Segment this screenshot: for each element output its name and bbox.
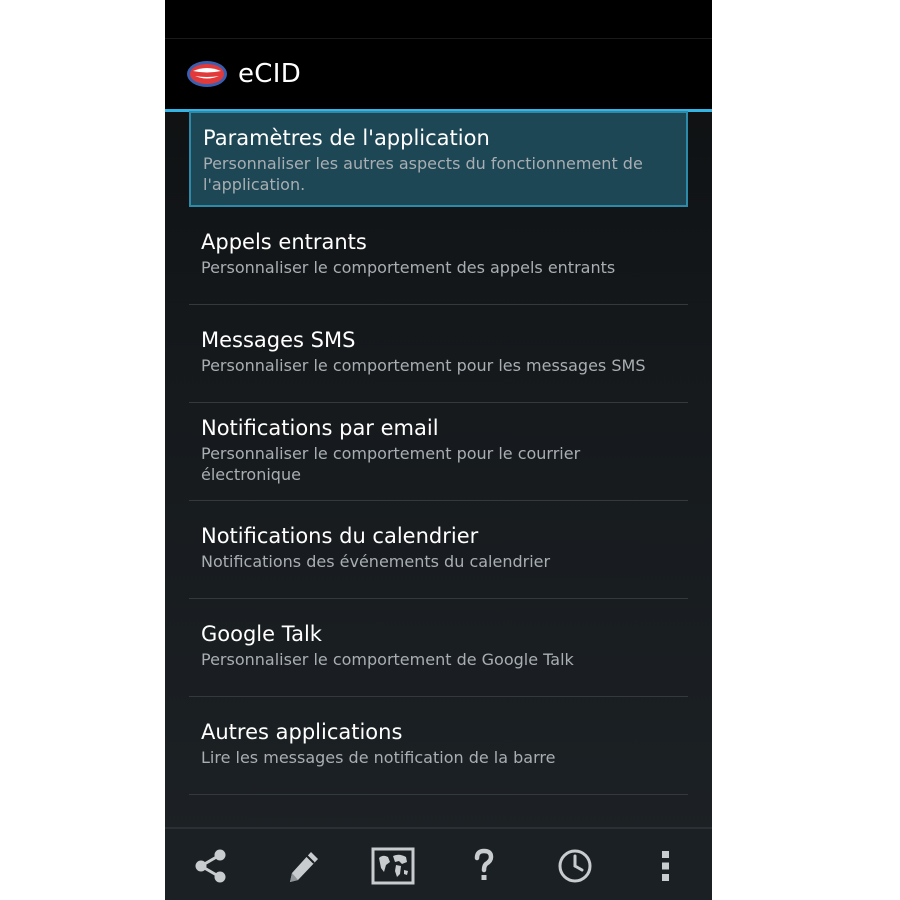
clock-icon [558, 849, 592, 882]
app-title: eCID [238, 59, 302, 89]
settings-item-google-talk[interactable]: Google Talk Personnaliser le comportemen… [189, 599, 688, 697]
settings-item-incoming-calls[interactable]: Appels entrants Personnaliser le comport… [189, 207, 688, 305]
settings-item-other-apps[interactable]: Autres applications Lire les messages de… [189, 697, 688, 795]
settings-item-title: Google Talk [201, 622, 322, 646]
help-icon [474, 848, 494, 880]
settings-item-calendar[interactable]: Notifications du calendrier Notification… [189, 501, 688, 599]
settings-item-title: Paramètres de l'application [203, 126, 490, 150]
world-map-icon [371, 847, 415, 884]
settings-item-subtitle: Personnaliser le comportement pour les m… [201, 356, 646, 375]
settings-item-title: Autres applications [201, 720, 403, 744]
settings-item-sms[interactable]: Messages SMS Personnaliser le comporteme… [189, 305, 688, 403]
settings-item-email[interactable]: Notifications par email Personnaliser le… [189, 403, 688, 501]
settings-list: Paramètres de l'application Personnalise… [189, 111, 688, 795]
settings-item-subtitle: Personnaliser le comportement de Google … [201, 650, 574, 669]
map-button[interactable] [363, 836, 423, 896]
bottom-action-bar [165, 827, 712, 900]
share-icon [195, 849, 226, 882]
overflow-menu-button[interactable] [636, 836, 696, 896]
settings-item-subtitle: Notifications des événements du calendri… [201, 552, 551, 571]
settings-item-title: Notifications par email [201, 416, 439, 440]
settings-item-app-parameters[interactable]: Paramètres de l'application Personnalise… [189, 111, 688, 207]
settings-item-subtitle: Personnaliser les autres aspects du fonc… [203, 154, 643, 194]
action-bar: eCID [165, 38, 712, 112]
history-button[interactable] [545, 836, 605, 896]
settings-item-subtitle: Personnaliser le comportement des appels… [201, 258, 616, 277]
edit-button[interactable] [272, 836, 332, 896]
settings-item-title: Notifications du calendrier [201, 524, 479, 548]
settings-item-title: Messages SMS [201, 328, 356, 352]
help-button[interactable] [454, 836, 514, 896]
share-button[interactable] [181, 836, 241, 896]
app-logo-icon[interactable] [186, 59, 228, 89]
settings-item-subtitle: Personnaliser le comportement pour le co… [201, 444, 581, 484]
settings-item-title: Appels entrants [201, 230, 367, 254]
pencil-icon [289, 851, 318, 882]
status-bar [165, 0, 712, 38]
settings-item-subtitle: Lire les messages de notification de la … [201, 748, 556, 767]
overflow-menu-icon [662, 850, 670, 881]
phone-screen: eCID Paramètres de l'application Personn… [165, 0, 712, 900]
